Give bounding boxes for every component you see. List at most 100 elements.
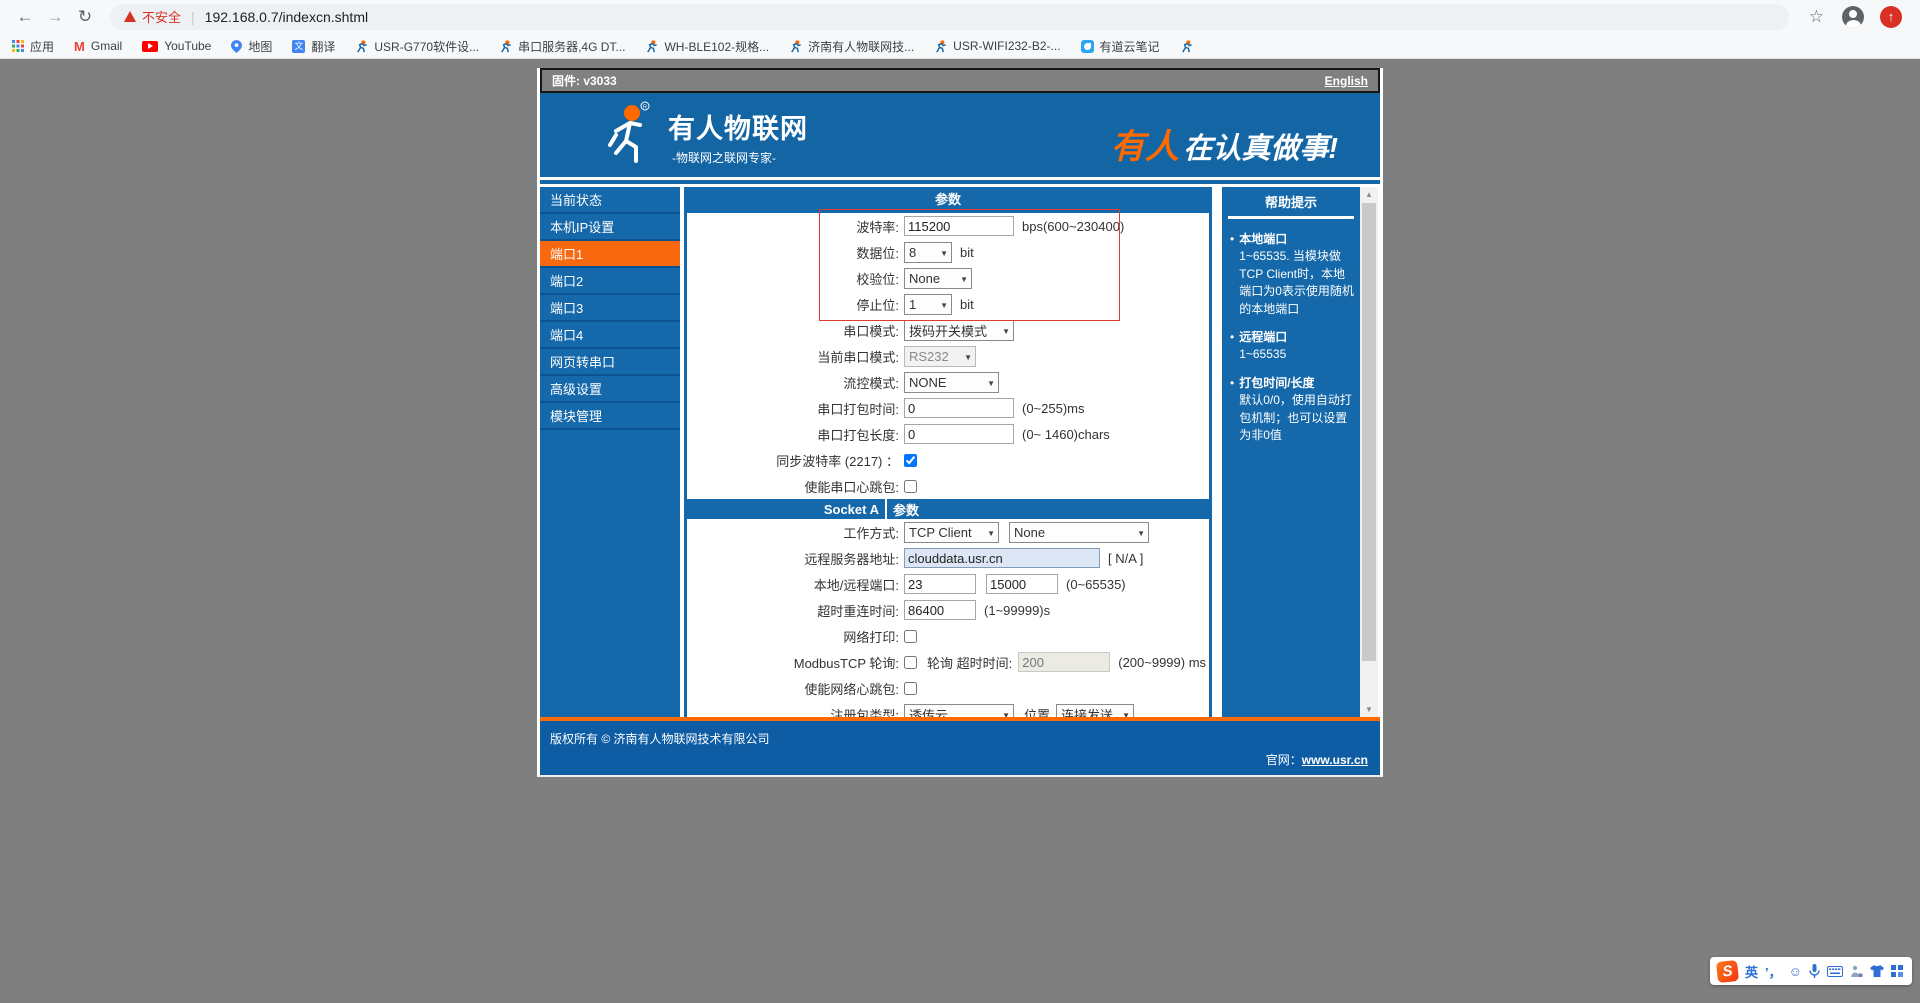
url-text: 192.168.0.7/indexcn.shtml bbox=[205, 9, 368, 25]
chrome-update-icon[interactable]: ↑ bbox=[1880, 6, 1902, 28]
address-bar[interactable]: 不安全 | 192.168.0.7/indexcn.shtml bbox=[110, 4, 1789, 30]
bookmark-gmail[interactable]: M Gmail bbox=[74, 39, 122, 54]
bookmark-youtube[interactable]: YouTube bbox=[142, 39, 211, 53]
page-scrollbar[interactable]: ▲ ▼ bbox=[1360, 187, 1378, 717]
databits-value: 8 bbox=[909, 245, 916, 260]
profile-avatar[interactable] bbox=[1842, 6, 1864, 28]
modbus-timeout-label: 轮询 超时时间: bbox=[927, 653, 1012, 672]
bookmark-star-icon[interactable]: ☆ bbox=[1809, 7, 1824, 27]
remote-addr-input[interactable] bbox=[904, 548, 1100, 568]
site-header: R 有人物联网 -物联网之联网专家- 有人 在认真做事! bbox=[540, 93, 1380, 177]
scroll-up-icon[interactable]: ▲ bbox=[1360, 190, 1378, 199]
person-typing-icon[interactable] bbox=[1850, 965, 1863, 978]
sidebar-item-port2[interactable]: 端口2 bbox=[540, 268, 680, 295]
microphone-icon[interactable] bbox=[1809, 964, 1820, 978]
sync-baud-label: 同步波特率 (2217) ： bbox=[687, 451, 904, 470]
form-row-reconnect: 超时重连时间: (1~99999)s bbox=[687, 597, 1209, 623]
bookmark-serial-server[interactable]: 串口服务器,4G DT... bbox=[499, 38, 625, 55]
form-area: 波特率: bps(600~230400) 数据位: 8 bit 校验位: Non… bbox=[684, 213, 1212, 717]
bookmark-label: Gmail bbox=[91, 39, 122, 53]
modbus-checkbox[interactable] bbox=[904, 656, 917, 669]
net-print-checkbox[interactable] bbox=[904, 630, 917, 643]
ime-punctuation-toggle[interactable]: ’， bbox=[1765, 962, 1782, 981]
form-row-current-serial-mode: 当前串口模式: RS232 bbox=[687, 343, 1209, 369]
net-heartbeat-checkbox[interactable] bbox=[904, 682, 917, 695]
ime-emoji-icon[interactable]: ☺ bbox=[1789, 964, 1802, 979]
current-serial-mode-label: 当前串口模式: bbox=[687, 347, 904, 366]
baud-input[interactable] bbox=[904, 216, 1014, 236]
bookmark-apps[interactable]: 应用 bbox=[12, 38, 54, 55]
reg-pkt-type-select[interactable]: 透传云 bbox=[904, 704, 1014, 718]
reg-pkt-pos-select[interactable]: 连接发送 bbox=[1056, 704, 1134, 718]
sync-baud-checkbox[interactable] bbox=[904, 454, 917, 467]
pack-time-suffix: (0~255)ms bbox=[1022, 401, 1085, 416]
usr-runner-icon bbox=[499, 40, 512, 53]
sidebar-item-port4[interactable]: 端口4 bbox=[540, 322, 680, 349]
serial-mode-select[interactable]: 拨码开关模式 bbox=[904, 320, 1014, 341]
form-row-serial-mode: 串口模式: 拨码开关模式 bbox=[687, 317, 1209, 343]
work-mode-select[interactable]: TCP Client bbox=[904, 522, 999, 543]
sogou-logo-icon[interactable]: S bbox=[1716, 959, 1739, 982]
content-area: 当前状态 本机IP设置 端口1 端口2 端口3 端口4 网页转串口 高级设置 模… bbox=[540, 187, 1380, 717]
sidebar-item-module-mgmt[interactable]: 模块管理 bbox=[540, 403, 680, 430]
work-mode-label: 工作方式: bbox=[687, 523, 904, 542]
work-mode-sub-select[interactable]: None bbox=[1009, 522, 1149, 543]
bookmark-jinan-usr[interactable]: 济南有人物联网技... bbox=[789, 38, 914, 55]
pack-time-input[interactable] bbox=[904, 398, 1014, 418]
reload-icon[interactable]: ↻ bbox=[70, 7, 100, 27]
usr-website-link[interactable]: www.usr.cn bbox=[1302, 753, 1368, 767]
sidebar-item-port3[interactable]: 端口3 bbox=[540, 295, 680, 322]
reg-pkt-pos-value: 连接发送 bbox=[1061, 705, 1113, 718]
brand-tagline: -物联网之联网专家- bbox=[672, 149, 776, 166]
baud-label: 波特率: bbox=[687, 217, 904, 236]
reconnect-input[interactable] bbox=[904, 600, 976, 620]
bookmark-maps[interactable]: 地图 bbox=[231, 38, 272, 55]
bookmark-label: 地图 bbox=[248, 38, 272, 55]
sidebar-item-advanced[interactable]: 高级设置 bbox=[540, 376, 680, 403]
pack-len-label: 串口打包长度: bbox=[687, 425, 904, 444]
databits-select[interactable]: 8 bbox=[904, 242, 952, 263]
bookmark-translate[interactable]: 文 翻译 bbox=[292, 38, 335, 55]
pack-time-label: 串口打包时间: bbox=[687, 399, 904, 418]
english-link[interactable]: English bbox=[1325, 74, 1368, 88]
toolbox-grid-icon[interactable] bbox=[1891, 965, 1903, 977]
help-item-title: 本地端口 bbox=[1239, 231, 1354, 248]
slogan-orange: 有人 bbox=[1111, 128, 1179, 166]
parity-value: None bbox=[909, 271, 940, 286]
stopbits-value: 1 bbox=[909, 297, 916, 312]
form-row-net-heartbeat: 使能网络心跳包: bbox=[687, 675, 1209, 701]
reg-pkt-label: 注册包类型: bbox=[687, 705, 904, 718]
forward-icon[interactable]: → bbox=[40, 7, 70, 27]
sidebar-item-port1[interactable]: 端口1 bbox=[540, 241, 680, 268]
keyboard-icon[interactable] bbox=[1827, 966, 1843, 977]
ime-language-toggle[interactable]: 英 bbox=[1745, 962, 1758, 981]
pack-len-input[interactable] bbox=[904, 424, 1014, 444]
bookmark-wh-ble102[interactable]: WH-BLE102-规格... bbox=[645, 38, 769, 55]
back-icon[interactable]: ← bbox=[10, 7, 40, 27]
modbus-suffix: (200~9999) ms bbox=[1118, 655, 1206, 670]
scroll-down-icon[interactable]: ▼ bbox=[1360, 705, 1378, 714]
parity-label: 校验位: bbox=[687, 269, 904, 288]
bookmark-usr-g770[interactable]: USR-G770软件设... bbox=[355, 38, 479, 55]
bookmark-youdao[interactable]: 有道云笔记 bbox=[1081, 38, 1160, 55]
scrollbar-thumb[interactable] bbox=[1362, 203, 1376, 661]
bookmark-usr-home[interactable] bbox=[1180, 40, 1193, 53]
skin-shirt-icon[interactable] bbox=[1870, 965, 1884, 977]
sidebar-item-local-ip[interactable]: 本机IP设置 bbox=[540, 214, 680, 241]
bookmark-usr-wifi232[interactable]: USR-WIFI232-B2-... bbox=[934, 39, 1060, 53]
stopbits-select[interactable]: 1 bbox=[904, 294, 952, 315]
current-serial-mode-value: RS232 bbox=[909, 349, 949, 364]
local-port-input[interactable] bbox=[904, 574, 976, 594]
brand-title: 有人物联网 bbox=[668, 107, 808, 146]
sidebar-item-web-to-serial[interactable]: 网页转串口 bbox=[540, 349, 680, 376]
serial-heartbeat-checkbox[interactable] bbox=[904, 480, 917, 493]
stopbits-suffix: bit bbox=[960, 297, 974, 312]
bookmark-label: USR-G770软件设... bbox=[374, 38, 479, 55]
baud-suffix: bps(600~230400) bbox=[1022, 219, 1124, 234]
usr-runner-icon bbox=[934, 40, 947, 53]
remote-port-input[interactable] bbox=[986, 574, 1058, 594]
flow-ctrl-select[interactable]: NONE bbox=[904, 372, 999, 393]
parity-select[interactable]: None bbox=[904, 268, 972, 289]
help-item-body: 1~65535 bbox=[1239, 346, 1287, 363]
sidebar-item-current-status[interactable]: 当前状态 bbox=[540, 187, 680, 214]
